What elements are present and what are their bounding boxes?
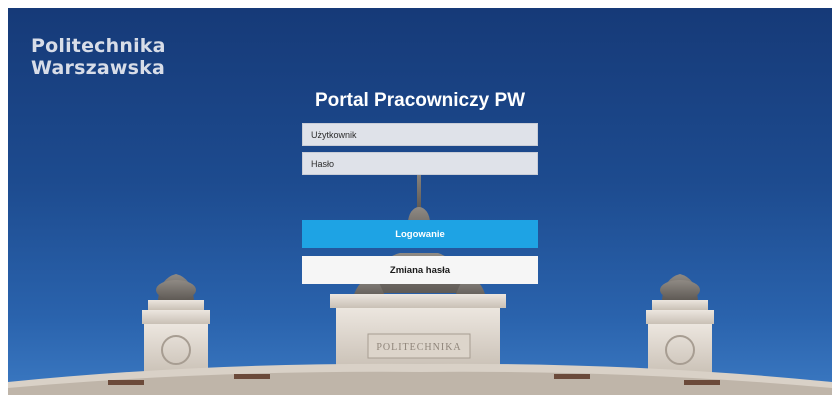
page-title: Portal Pracowniczy PW bbox=[314, 90, 526, 111]
right-sculpture bbox=[660, 274, 700, 300]
logo-line-2: Warszawska bbox=[31, 57, 165, 79]
change-password-button[interactable]: Zmiana hasła bbox=[302, 256, 538, 284]
university-logo: Politechnika Warszawska bbox=[31, 35, 166, 79]
logo-line-1: Politechnika bbox=[31, 35, 166, 57]
login-page: POLITECHNIKA Politechnika Warszawska Por… bbox=[8, 8, 832, 395]
building-inscription: POLITECHNIKA bbox=[376, 342, 461, 353]
username-input[interactable] bbox=[302, 123, 538, 146]
left-sculpture bbox=[156, 274, 196, 300]
password-input[interactable] bbox=[302, 152, 538, 175]
login-button[interactable]: Logowanie bbox=[302, 220, 538, 248]
